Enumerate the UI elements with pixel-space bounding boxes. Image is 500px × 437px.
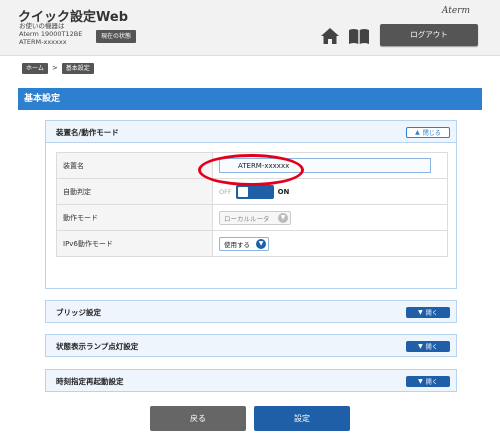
- ipv6-mode-select[interactable]: 使用する ▼: [219, 236, 269, 251]
- toggle-switch[interactable]: [235, 184, 274, 199]
- device-name-label: ATERM-xxxxxx: [19, 38, 67, 46]
- operation-mode-value: ローカルルータ: [224, 214, 270, 223]
- scheduled-reboot-panel: 時刻指定再起動設定 ▼ 開く: [45, 369, 457, 392]
- apply-settings-button[interactable]: 設定: [254, 406, 350, 431]
- breadcrumb-separator: >: [51, 64, 58, 72]
- expand-label: 開く: [425, 309, 438, 317]
- collapse-label: 閉じる: [422, 129, 441, 137]
- expand-button[interactable]: ▼ 開く: [406, 340, 450, 352]
- switch-off-label: OFF: [219, 187, 232, 196]
- device-name-label: 装置名: [56, 152, 213, 179]
- chevron-down-icon: ▼: [418, 308, 423, 316]
- brand-logo: Aterm: [441, 6, 470, 16]
- current-status-button[interactable]: 現在の状態: [96, 30, 136, 43]
- collapse-button[interactable]: ▲ 閉じる: [406, 126, 450, 138]
- auto-detect-label: 自動判定: [56, 178, 213, 205]
- breadcrumb: ホーム > 基本設定: [22, 62, 94, 74]
- back-button[interactable]: 戻る: [150, 406, 246, 431]
- device-info: お使いの機器は Aterm 19000T12BE ATERM-xxxxxx: [19, 22, 82, 46]
- expand-button[interactable]: ▼ 開く: [406, 375, 450, 387]
- device-settings-table: 装置名 自動判定 OFF ON 動作モード ローカルルータ ▼ IPv6動作モー…: [56, 152, 448, 257]
- table-row: 動作モード ローカルルータ ▼: [56, 204, 448, 231]
- chevron-down-icon: ▼: [418, 342, 423, 350]
- logout-button[interactable]: ログアウト: [380, 24, 478, 46]
- device-info-line: お使いの機器は: [19, 22, 65, 30]
- header: クイック設定Web お使いの機器は Aterm 19000T12BE ATERM…: [0, 0, 500, 56]
- panel-title: 状態表示ランプ点灯設定: [56, 341, 139, 351]
- page-title: 基本設定: [18, 88, 482, 110]
- switch-on-label: ON: [277, 187, 290, 196]
- expand-label: 開く: [425, 343, 438, 351]
- chevron-up-icon: ▲: [415, 128, 420, 136]
- ipv6-mode-label: IPv6動作モード: [56, 230, 213, 257]
- table-row: 装置名: [56, 152, 448, 179]
- manual-book-icon[interactable]: [348, 28, 370, 45]
- chevron-down-icon: ▼: [256, 238, 266, 249]
- home-icon[interactable]: [320, 27, 340, 45]
- device-name-input[interactable]: [219, 158, 431, 173]
- bridge-settings-panel: ブリッジ設定 ▼ 開く: [45, 300, 457, 323]
- table-row: 自動判定 OFF ON: [56, 178, 448, 205]
- lamp-settings-panel: 状態表示ランプ点灯設定 ▼ 開く: [45, 334, 457, 357]
- chevron-down-icon: ▼: [278, 212, 288, 223]
- auto-detect-toggle[interactable]: OFF ON: [219, 184, 447, 199]
- table-row: IPv6動作モード 使用する ▼: [56, 230, 448, 257]
- panel-title: 時刻指定再起動設定: [56, 376, 124, 386]
- breadcrumb-home[interactable]: ホーム: [22, 62, 48, 74]
- device-mode-panel-header: 装置名/動作モード ▲ 閉じる: [45, 120, 457, 143]
- switch-knob: [237, 186, 248, 197]
- breadcrumb-current: 基本設定: [61, 62, 94, 74]
- operation-mode-label: 動作モード: [56, 204, 213, 231]
- expand-button[interactable]: ▼ 開く: [406, 306, 450, 318]
- chevron-down-icon: ▼: [418, 377, 423, 385]
- ipv6-mode-value: 使用する: [224, 240, 250, 249]
- device-model: Aterm 19000T12BE: [19, 30, 83, 38]
- panel-title: 装置名/動作モード: [56, 127, 119, 137]
- operation-mode-select: ローカルルータ ▼: [219, 210, 291, 225]
- panel-title: ブリッジ設定: [56, 307, 101, 317]
- expand-label: 開く: [425, 378, 438, 386]
